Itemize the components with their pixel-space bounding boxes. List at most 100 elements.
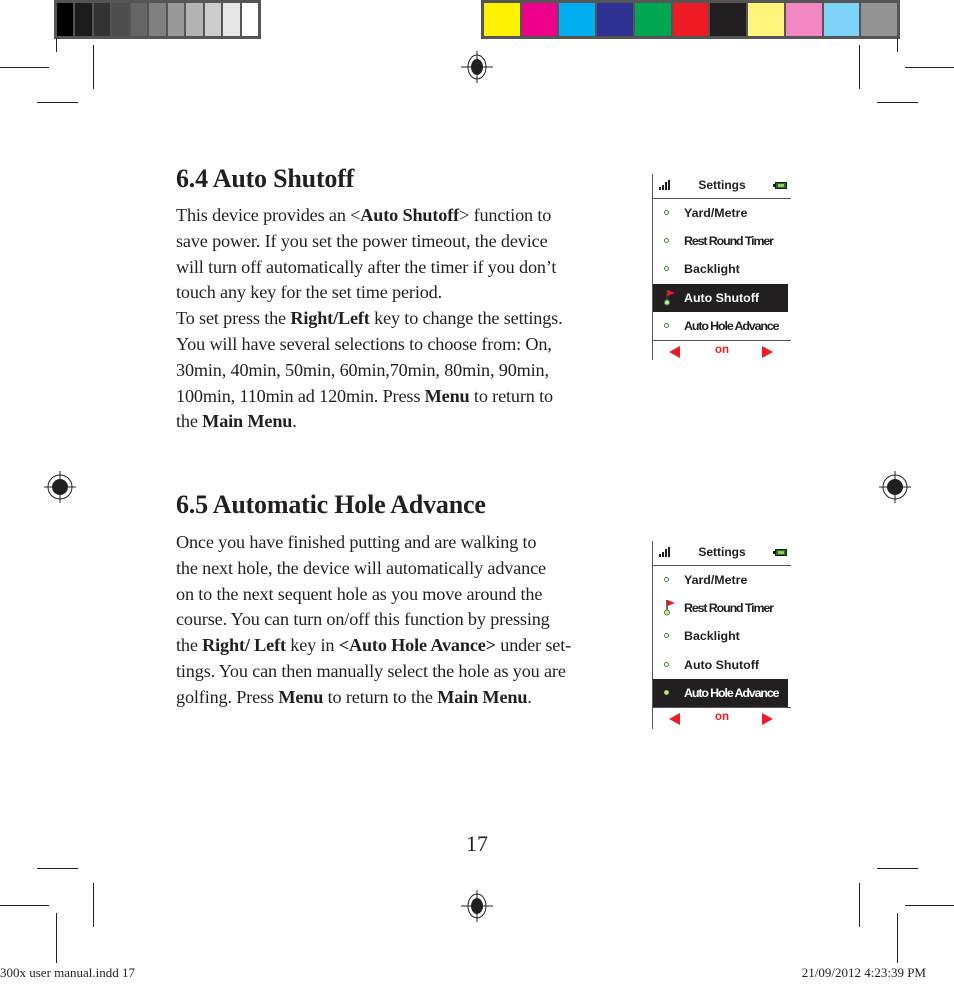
bold-term: Right/Left xyxy=(290,308,370,329)
settings-menu-item[interactable]: Auto Shutoff xyxy=(653,651,791,679)
text-run: the xyxy=(176,411,203,432)
bold-term: <Auto Hole Avance> xyxy=(338,635,496,656)
crop-mark xyxy=(905,905,954,906)
text-run: touch any key for the set time period. xyxy=(176,282,443,303)
text-line: Once you have finished putting and are w… xyxy=(176,530,571,556)
color-swatch xyxy=(130,3,148,36)
color-swatch xyxy=(748,3,784,36)
text-line: golfing. Press Menu to return to the Mai… xyxy=(176,685,571,711)
text-run: . xyxy=(527,686,532,707)
crop-mark xyxy=(897,913,898,963)
text-run: under set- xyxy=(495,635,572,656)
battery-icon xyxy=(773,182,787,189)
slug-filename: 300x user manual.indd 17 xyxy=(0,965,136,980)
registration-target-icon xyxy=(879,471,911,503)
registration-target-icon xyxy=(461,890,493,922)
color-swatch xyxy=(112,3,129,36)
text-run: key to change the settings. xyxy=(369,308,563,329)
settings-menu-item[interactable]: Rest Round Timer xyxy=(653,594,791,622)
crop-mark xyxy=(877,102,918,103)
color-swatch xyxy=(204,3,222,36)
color-swatch xyxy=(186,3,203,36)
color-swatch xyxy=(57,3,74,36)
text-run: 30min, 40min, 50min, 60min,70min, 80min,… xyxy=(176,359,549,380)
crop-mark xyxy=(0,67,49,68)
text-run: save power. If you set the power timeout… xyxy=(176,230,548,251)
crop-mark xyxy=(93,45,94,89)
settings-menu-item[interactable]: Backlight xyxy=(653,255,791,283)
right-arrow-icon[interactable] xyxy=(762,712,773,725)
bullet-dot-icon xyxy=(664,633,669,639)
menu-item-label: Auto Shutoff xyxy=(684,290,760,305)
text-run: key in xyxy=(285,635,339,656)
slug-timestamp: 21/09/2012 4:23:39 PM xyxy=(801,965,926,980)
text-run: course. You can turn on/off this functio… xyxy=(176,609,550,630)
color-swatch xyxy=(75,3,92,36)
crop-mark xyxy=(37,102,78,103)
screen-footer: on xyxy=(653,339,791,363)
bullet-dot-icon xyxy=(664,266,669,272)
page-number: 17 xyxy=(466,831,488,856)
text-run: golfing. Press xyxy=(176,686,279,707)
text-run: the xyxy=(176,635,203,656)
flag-icon xyxy=(664,598,676,616)
text-line: on to the next sequent hole as you move … xyxy=(176,582,571,608)
crop-mark xyxy=(56,38,57,52)
crop-mark xyxy=(859,45,860,89)
device-screen-auto-shutoff: Settings Yard/Metre Rest Round Timer Backl… xyxy=(652,174,791,360)
text-line: 100min, 110min ad 120min. Press Menu to … xyxy=(176,384,562,410)
crop-mark xyxy=(0,905,49,906)
color-swatch xyxy=(861,3,898,36)
settings-menu-item[interactable]: Rest Round Timer xyxy=(653,227,791,255)
bullet-dot-icon xyxy=(664,322,669,328)
settings-menu-item[interactable]: Yard/Metre xyxy=(653,566,791,594)
right-arrow-icon[interactable] xyxy=(762,345,773,358)
bold-term: Right/ Left xyxy=(202,635,286,656)
battery-icon xyxy=(773,549,787,556)
text-run: 100min, 110min ad 120min. Press xyxy=(176,385,425,406)
settings-menu-item[interactable]: Auto Hole Advance xyxy=(653,678,788,707)
menu-item-label: Yard/Metre xyxy=(684,573,748,588)
text-line: touch any key for the set time period. xyxy=(176,280,562,306)
color-swatch xyxy=(559,3,596,36)
text-run: the next hole, the device will automatic… xyxy=(176,557,546,578)
text-line: course. You can turn on/off this functio… xyxy=(176,607,571,633)
crop-mark xyxy=(897,38,898,52)
settings-menu-item[interactable]: Auto Shutoff xyxy=(653,283,788,312)
text-line: the next hole, the device will automatic… xyxy=(176,556,571,582)
menu-item-label: Auto Hole Advance xyxy=(684,318,780,333)
settings-menu-item[interactable]: Yard/Metre xyxy=(653,199,791,227)
flag-icon xyxy=(664,288,676,306)
text-run: will turn off automatically after the ti… xyxy=(176,256,557,277)
bold-term: Main Menu xyxy=(437,686,528,707)
menu-item-label: Auto Hole Advance xyxy=(684,685,780,700)
bold-term: Menu xyxy=(278,686,324,707)
crop-mark xyxy=(93,883,94,927)
text-run: on to the next sequent hole as you move … xyxy=(176,583,543,604)
text-run: To set press the xyxy=(176,308,291,329)
color-swatch xyxy=(785,3,822,36)
text-line: will turn off automatically after the ti… xyxy=(176,255,562,281)
menu-item-label: Yard/Metre xyxy=(684,206,748,221)
settings-menu-item[interactable]: Auto Hole Advance xyxy=(653,312,791,340)
text-run: tings. You can then manually select the … xyxy=(176,660,566,681)
text-line: the Right/ Left key in <Auto Hole Avance… xyxy=(176,633,571,659)
color-swatch xyxy=(710,3,747,36)
text-run: to return to the xyxy=(323,686,438,707)
menu-item-label: Rest Round Timer xyxy=(684,234,774,249)
settings-menu-item[interactable]: Backlight xyxy=(653,622,791,650)
screen-title: Settings xyxy=(698,178,746,192)
menu-item-label: Backlight xyxy=(684,262,740,277)
text-run: . xyxy=(292,411,297,432)
text-line: save power. If you set the power timeout… xyxy=(176,229,562,255)
crop-mark xyxy=(37,868,78,869)
text-run: to return to xyxy=(469,385,553,406)
color-swatch xyxy=(672,3,709,36)
registration-target-icon xyxy=(461,51,493,83)
section-body-auto-shutoff: This device provides an <Auto Shutoff> f… xyxy=(176,203,563,435)
crop-mark xyxy=(56,913,57,963)
text-run: Once you have finished putting and are w… xyxy=(176,532,537,552)
registration-target-icon xyxy=(44,471,76,503)
menu-item-label: Auto Shutoff xyxy=(684,657,760,672)
bold-term: Auto Shutoff xyxy=(360,205,460,225)
